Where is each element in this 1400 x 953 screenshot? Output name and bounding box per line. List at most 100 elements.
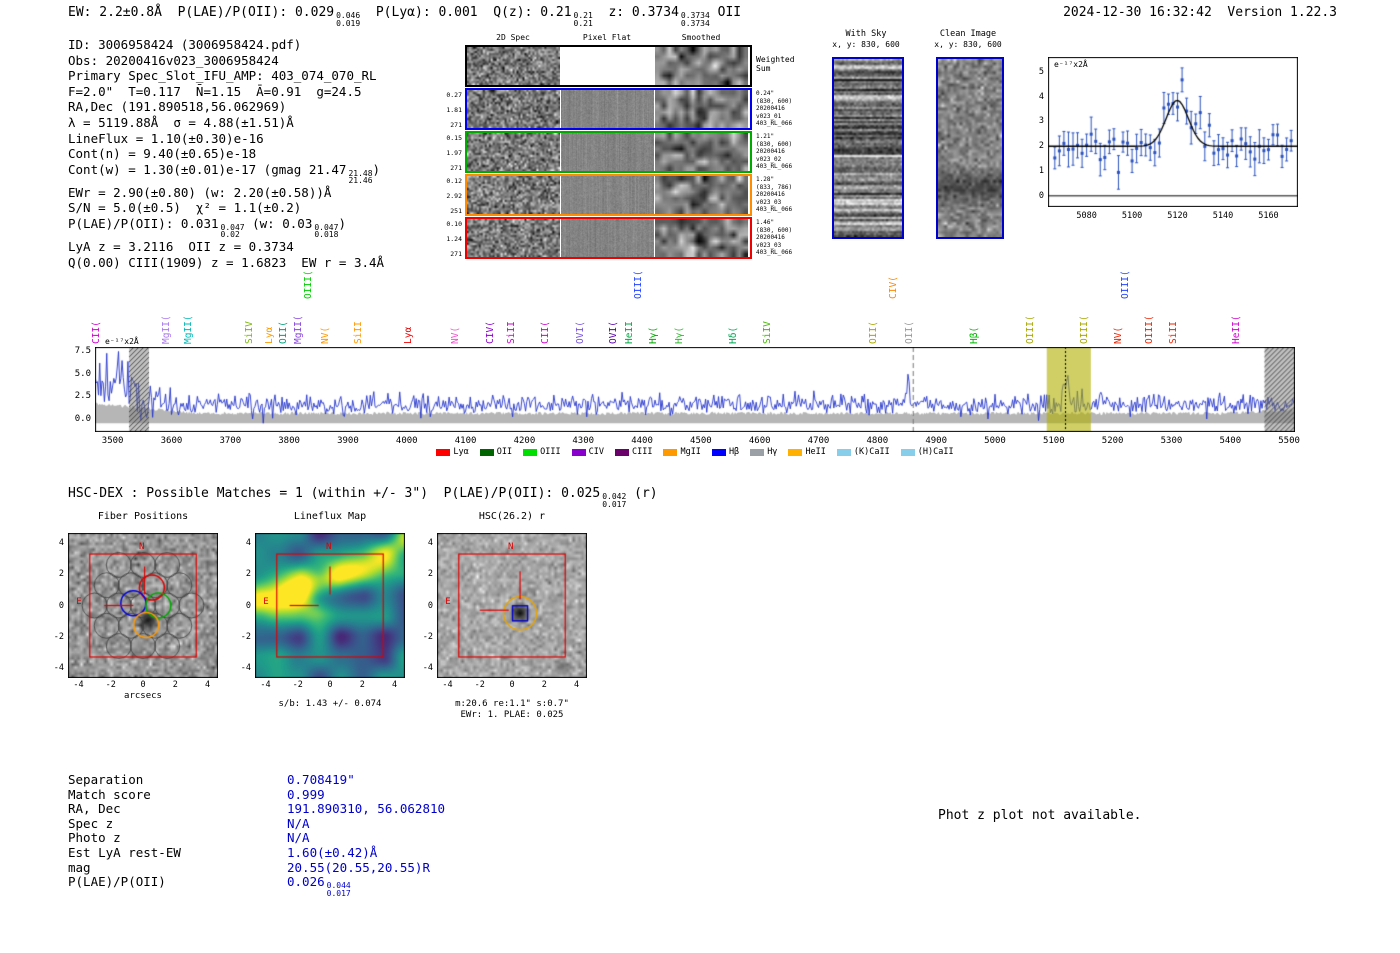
uncertainty-lower: 0.3734 xyxy=(680,18,710,28)
match-row-label: Separation xyxy=(68,772,144,787)
annotation-line: 1.28" xyxy=(756,176,775,183)
match-table-row: Photo z N/A xyxy=(68,831,445,846)
uncertainty-lower: 0.21 xyxy=(573,18,593,28)
emission-line-label: OII( xyxy=(903,321,915,344)
emission-line-label: HeII xyxy=(624,321,636,344)
inset-y-tick: 4 xyxy=(1038,91,1044,102)
match-row-value: 20.55(20.55,20.55)R xyxy=(287,859,430,875)
text-segment: Cont(n) = 9.40(±0.65)e-18 xyxy=(68,146,257,162)
spec2d-row xyxy=(465,45,752,87)
legend-item: (K)CaII xyxy=(836,447,890,457)
legend-swatch xyxy=(900,448,915,456)
emission-line-label: OIII( xyxy=(1120,270,1132,299)
hsc-y-tick: -4 xyxy=(422,662,433,673)
hsc-x-tick: 0 xyxy=(509,680,515,690)
text-segment: Q(0.00) CIII(1909) z = 1.6823 EW r = 3.4… xyxy=(68,254,385,270)
info-line: Cont(w) = 1.30(±0.01)e-17 (gmag 21.47 21.… xyxy=(68,162,384,185)
spectrum-x-tick: 5000 xyxy=(984,436,1006,446)
legend-item: OIII xyxy=(523,447,561,457)
text-segment: P(LAE)/P(OII): 0.031 xyxy=(68,215,219,231)
text-segment: 0.026 xyxy=(287,874,325,890)
hsc-y-tick: -2 xyxy=(422,631,433,642)
spec2d-2dspec-image xyxy=(467,90,560,128)
inset-y-tick: 2 xyxy=(1038,141,1044,152)
emission-line-label: CII( xyxy=(540,321,552,344)
legend-label: HeII xyxy=(805,447,826,457)
spec2d-row-stats: 0.15 1.97 271 xyxy=(438,134,462,172)
spectrum-x-tick: 4600 xyxy=(748,436,771,446)
lineflux-map-x-tick: 4 xyxy=(391,680,398,690)
fiber-positions-image xyxy=(68,533,218,678)
detection-info-block: ID: 3006958424 (3006958424.pdf) Obs: 2020… xyxy=(68,37,384,270)
emission-line-label: OIII( xyxy=(1024,315,1036,344)
match-row-label: Spec z xyxy=(68,815,114,831)
emission-line-label: MgII( xyxy=(292,315,304,344)
text-segment: ID: 3006958424 (3006958424.pdf) xyxy=(68,37,302,52)
emission-line-label: SiIV xyxy=(243,321,255,344)
spectrum-x-tick: 3500 xyxy=(101,436,124,446)
uncertainty-lower: 0.017 xyxy=(326,888,351,898)
text-segment: F=2.0" T=0.117 N̄=1.15 Ā=0.91 g=24.5 xyxy=(68,83,362,99)
spec2d-pixelflat-image xyxy=(561,133,654,171)
lineflux-map-y-tick: 0 xyxy=(245,600,251,611)
fiber-positions-y-tick: -4 xyxy=(53,662,64,673)
lineflux-map-image xyxy=(255,533,405,678)
spectrum-ylabel: e⁻¹⁷x2Å xyxy=(103,337,141,346)
match-row-value: N/A xyxy=(287,830,310,846)
spec2d-col-header: Pixel Flat xyxy=(582,33,632,42)
header-timestamp: 2024-12-30 16:32:42 Version 1.22.3 xyxy=(1063,5,1337,20)
emission-line-label: SiII xyxy=(353,321,365,344)
spectrum-legend: Lyα OII OIII CIV CIII MgII Hβ Hγ HeII (K)CaII (H)C… xyxy=(95,447,1295,457)
annotation-line: 403_RL_066 xyxy=(756,249,793,257)
emission-line-label: Lyα xyxy=(403,326,415,344)
legend-item: MgII xyxy=(663,447,701,457)
stat-value: 1.97 xyxy=(446,149,462,157)
annotation-line: (830, 600) xyxy=(756,97,793,105)
spec2d-pixelflat-image xyxy=(561,47,654,85)
spec2d-smoothed-image xyxy=(655,133,748,171)
text-segment: (w: 0.03 xyxy=(244,215,313,231)
lineflux-map-y-tick: 2 xyxy=(245,569,251,580)
lineflux-map-compass-n: N xyxy=(326,542,332,553)
spectrum-x-tick: 4300 xyxy=(572,436,595,446)
text-segment: LyA z = 3.2116 OII z = 0.3734 xyxy=(68,238,294,254)
fiber-positions-y-tick: -2 xyxy=(53,631,64,642)
stat-value: 0.15 xyxy=(446,134,462,142)
emission-line-label: Hγ( xyxy=(674,326,686,344)
spectrum-x-tick: 4700 xyxy=(807,436,830,446)
spectrum-x-tick: 4900 xyxy=(925,436,948,446)
legend-label: OII xyxy=(496,447,513,457)
hsc-y-tick: 4 xyxy=(427,538,433,549)
fiber-positions-compass-n: N xyxy=(139,542,145,553)
lineflux-map-x-tick: 0 xyxy=(327,680,333,690)
emission-line-label: OVI( xyxy=(607,321,619,344)
legend-label: (H)CaII xyxy=(917,447,954,457)
spectrum-x-tick: 5500 xyxy=(1278,436,1300,446)
emission-line-label: OIII( xyxy=(303,270,315,299)
stacked-uncertainty: 0.3734 0.3734 xyxy=(679,12,710,27)
fiber-positions-title: Fiber Positions xyxy=(97,511,189,522)
stat-value: 1.81 xyxy=(446,106,462,114)
fiber-positions-xlabel: arcsecs xyxy=(124,691,162,701)
legend-swatch xyxy=(663,448,678,456)
emission-line-label: CII( xyxy=(90,321,102,344)
annotation-line: v023_03 xyxy=(756,241,782,249)
info-line: EWr = 2.90(±0.80) (w: 2.20(±0.58))Å xyxy=(68,185,384,201)
match-table: Separation 0.708419" Match score 0.999 RA, D… xyxy=(68,772,445,897)
stat-value: 0.27 xyxy=(446,91,462,99)
hsc-compass-n: N xyxy=(508,542,514,553)
inset-y-tick: 5 xyxy=(1038,66,1044,77)
spectrum-x-tick: 4000 xyxy=(395,436,418,446)
legend-item: CIV xyxy=(571,447,604,457)
emission-line-label: HeII( xyxy=(1230,315,1242,344)
emission-line-label: OIII( xyxy=(1144,315,1156,344)
photz-note: Phot z plot not available. xyxy=(938,808,1142,823)
annotation-line: v023_03 xyxy=(756,198,782,206)
match-table-row: RA, Dec 191.890310, 56.062810 xyxy=(68,801,445,817)
stacked-uncertainty: 0.044 0.017 xyxy=(325,882,351,897)
spec2d-smoothed-image xyxy=(655,47,748,85)
emission-line-label: OIII( xyxy=(1079,315,1090,344)
header-summary: EW: 2.2±0.8Å P(LAE)/P(OII): 0.029 0.046 0.… xyxy=(68,5,741,27)
inset-x-tick: 5100 xyxy=(1121,211,1143,221)
spectrum-x-tick: 4500 xyxy=(690,436,712,446)
